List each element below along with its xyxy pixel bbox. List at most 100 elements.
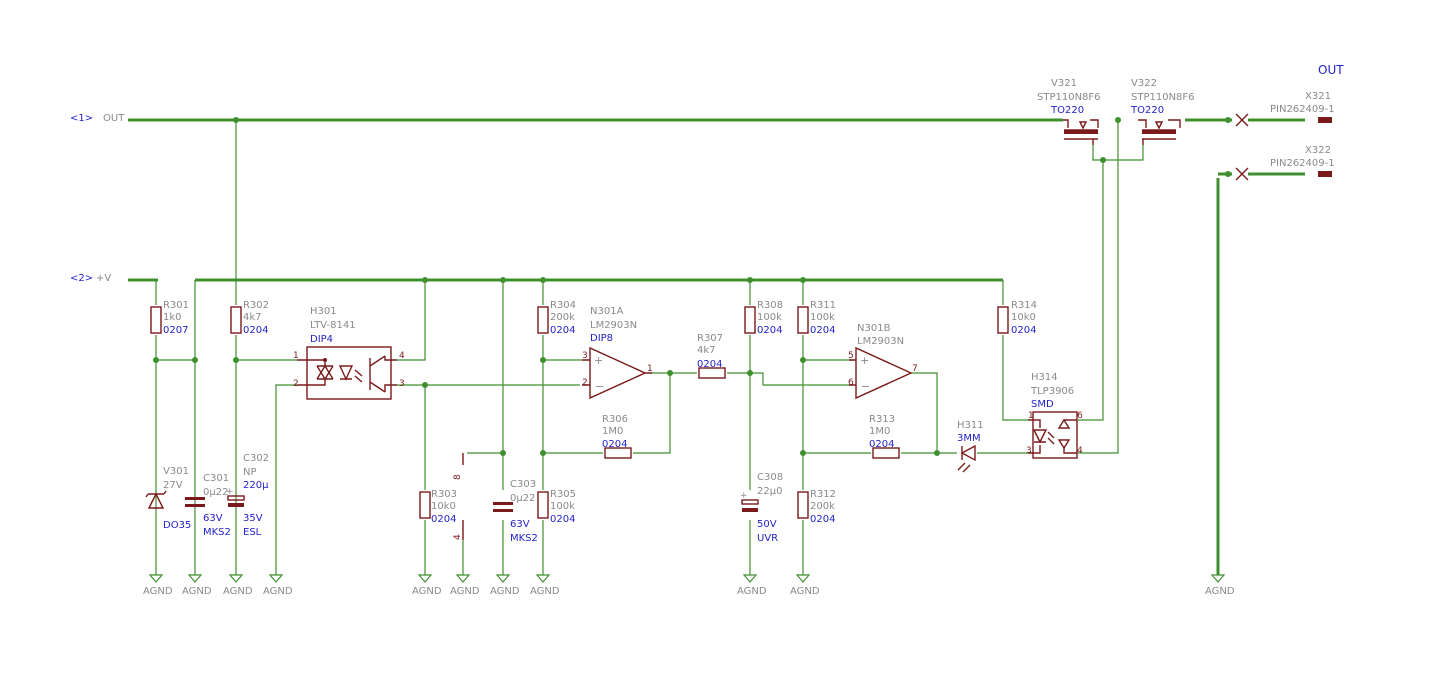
resistor-R313: R313 1M0 0204 bbox=[869, 414, 900, 459]
comparator-N301A: + − 3 2 1 N301A LM2903N DIP8 bbox=[582, 306, 653, 400]
mosfet-V321: V321 STP110N8F6 TO220 bbox=[1037, 78, 1101, 145]
gnd-icon bbox=[535, 574, 551, 583]
svg-text:0207: 0207 bbox=[163, 325, 188, 336]
svg-text:100k: 100k bbox=[757, 312, 782, 323]
resistor-R312: R312 200k 0204 bbox=[797, 489, 836, 525]
svg-text:4: 4 bbox=[1077, 446, 1083, 456]
svg-text:N301B: N301B bbox=[857, 323, 891, 334]
svg-text:7: 7 bbox=[912, 364, 918, 374]
svg-text:1: 1 bbox=[647, 364, 653, 374]
gnd-label: AGND bbox=[790, 586, 820, 597]
svg-text:X321: X321 bbox=[1305, 91, 1331, 102]
gnd-label: AGND bbox=[412, 586, 442, 597]
svg-text:R304: R304 bbox=[550, 300, 576, 311]
resistor-R308: R308 100k 0204 bbox=[744, 300, 783, 336]
svg-text:10k0: 10k0 bbox=[431, 501, 456, 512]
gnd-icon bbox=[268, 574, 284, 583]
svg-text:H314: H314 bbox=[1031, 372, 1058, 383]
gnd-label: AGND bbox=[182, 586, 212, 597]
wires bbox=[128, 118, 1305, 575]
optocoupler-H301: 1 2 3 4 H301 LTV-8141 DIP4 bbox=[293, 306, 405, 400]
svg-text:+: + bbox=[740, 491, 748, 501]
gnd-icon bbox=[495, 574, 511, 583]
svg-text:UVR: UVR bbox=[757, 533, 778, 544]
resistor-R307: R307 4k7 0204 bbox=[697, 333, 726, 379]
svg-text:1k0: 1k0 bbox=[163, 312, 182, 323]
svg-text:3: 3 bbox=[399, 379, 405, 389]
gnd-label: AGND bbox=[450, 586, 480, 597]
svg-text:TO220: TO220 bbox=[1130, 105, 1164, 116]
svg-text:63V: 63V bbox=[510, 519, 530, 530]
resistor-R302: R302 4k7 0204 bbox=[230, 300, 269, 336]
svg-text:0204: 0204 bbox=[757, 325, 782, 336]
net-vplus-name: +V bbox=[96, 273, 111, 284]
svg-text:35V: 35V bbox=[243, 513, 263, 524]
svg-text:TO220: TO220 bbox=[1050, 105, 1084, 116]
svg-text:STP110N8F6: STP110N8F6 bbox=[1037, 92, 1101, 103]
ground-symbols bbox=[148, 574, 1226, 583]
svg-text:C308: C308 bbox=[757, 472, 783, 483]
svg-text:10k0: 10k0 bbox=[1011, 312, 1036, 323]
svg-text:4: 4 bbox=[453, 534, 463, 540]
svg-text:0204: 0204 bbox=[697, 359, 722, 370]
capacitor-C302: + C302 NP 220µ 35V ESL bbox=[226, 453, 269, 538]
svg-text:1: 1 bbox=[293, 351, 299, 361]
gnd-label: AGND bbox=[490, 586, 520, 597]
svg-text:0204: 0204 bbox=[869, 439, 894, 450]
gnd-icon bbox=[148, 574, 164, 583]
gnd-label: AGND bbox=[223, 586, 253, 597]
svg-text:SMD: SMD bbox=[1031, 399, 1054, 410]
svg-text:200k: 200k bbox=[810, 501, 835, 512]
net-out-name: OUT bbox=[103, 113, 125, 124]
svg-text:V321: V321 bbox=[1051, 78, 1077, 89]
svg-text:PIN262409-1: PIN262409-1 bbox=[1270, 158, 1335, 169]
gnd-label: AGND bbox=[737, 586, 767, 597]
svg-text:0204: 0204 bbox=[602, 439, 627, 450]
svg-text:6: 6 bbox=[1077, 411, 1083, 421]
svg-text:+: + bbox=[226, 487, 234, 497]
svg-text:+: + bbox=[594, 354, 603, 367]
svg-text:0204: 0204 bbox=[550, 514, 575, 525]
mosfet-V322: V322 STP110N8F6 TO220 bbox=[1130, 78, 1195, 145]
svg-text:4k7: 4k7 bbox=[697, 345, 716, 356]
svg-text:0204: 0204 bbox=[243, 325, 268, 336]
svg-text:R301: R301 bbox=[163, 300, 189, 311]
svg-text:DIP8: DIP8 bbox=[590, 333, 613, 344]
svg-text:1M0: 1M0 bbox=[602, 426, 623, 437]
gnd-icon bbox=[742, 574, 758, 583]
svg-text:R306: R306 bbox=[602, 414, 628, 425]
svg-text:C301: C301 bbox=[203, 473, 229, 484]
svg-text:NP: NP bbox=[243, 467, 257, 478]
resistor-R314: R314 10k0 0204 bbox=[997, 300, 1037, 336]
svg-text:200k: 200k bbox=[550, 312, 575, 323]
svg-text:22µ0: 22µ0 bbox=[757, 486, 782, 497]
svg-text:50V: 50V bbox=[757, 519, 777, 530]
resistor-R303: R303 10k0 0204 bbox=[419, 489, 457, 525]
svg-text:0µ22: 0µ22 bbox=[203, 487, 228, 498]
svg-text:MKS2: MKS2 bbox=[203, 527, 231, 538]
comparator-N301B: + − 5 6 7 N301B LM2903N bbox=[848, 323, 918, 400]
svg-text:R303: R303 bbox=[431, 489, 457, 500]
gnd-label: AGND bbox=[263, 586, 293, 597]
pv-coupler-H314: 1 3 4 6 H314 TLP3906 SMD bbox=[1026, 372, 1083, 459]
zener-V301: V301 27V DO35 bbox=[145, 466, 191, 531]
svg-text:N301A: N301A bbox=[590, 306, 624, 317]
capacitor-C308: + C308 22µ0 50V UVR bbox=[740, 472, 783, 544]
net-vplus-ref: <2> bbox=[70, 273, 93, 284]
svg-text:STP110N8F6: STP110N8F6 bbox=[1131, 92, 1195, 103]
sheet-label: OUT bbox=[1318, 63, 1344, 77]
ground-labels: AGND AGND AGND AGND AGND AGND AGND AGND … bbox=[143, 586, 1235, 597]
svg-text:TLP3906: TLP3906 bbox=[1030, 386, 1074, 397]
resistor-R306: R306 1M0 0204 bbox=[602, 414, 632, 459]
svg-text:R308: R308 bbox=[757, 300, 783, 311]
svg-text:ESL: ESL bbox=[243, 527, 262, 538]
gnd-icon bbox=[1210, 574, 1226, 583]
svg-text:R307: R307 bbox=[697, 333, 723, 344]
svg-text:H301: H301 bbox=[310, 306, 337, 317]
svg-text:220µ: 220µ bbox=[243, 480, 269, 491]
svg-text:DIP4: DIP4 bbox=[310, 334, 333, 345]
resistor-R305: R305 100k 0204 bbox=[537, 489, 576, 525]
gnd-label: AGND bbox=[1205, 586, 1235, 597]
svg-text:0204: 0204 bbox=[550, 325, 575, 336]
svg-text:V322: V322 bbox=[1131, 78, 1157, 89]
